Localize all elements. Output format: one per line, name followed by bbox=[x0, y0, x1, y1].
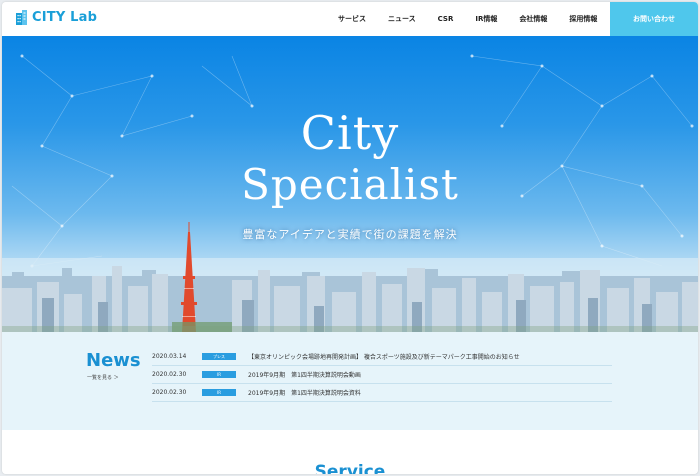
news-date: 2020.03.14 bbox=[152, 353, 187, 360]
news-headline[interactable]: 【東京オリンピック会場跡地再開発計画】 複合スポーツ施設及び新テーマパーク工事開… bbox=[248, 352, 520, 361]
news-category-badge: プレス bbox=[202, 353, 236, 360]
nav-item-company[interactable]: 会社情報 bbox=[519, 14, 547, 24]
building-icon bbox=[16, 10, 27, 25]
news-item[interactable]: 2020.03.14 プレス 【東京オリンピック会場跡地再開発計画】 複合スポー… bbox=[152, 348, 612, 366]
news-section: News 一覧を見る ＞ 2020.03.14 プレス 【東京オリンピック会場跡… bbox=[2, 332, 698, 430]
nav-item-news[interactable]: ニュース bbox=[388, 14, 416, 24]
news-headline[interactable]: 2019年9月期 第1四半期決算説明会資料 bbox=[248, 388, 361, 397]
logo-text: CITY Lab bbox=[32, 10, 98, 25]
hero-subtitle: 豊富なアイデアと実績で街の課題を解決 bbox=[242, 228, 458, 241]
hero-title-line2: Specialist bbox=[241, 160, 459, 209]
news-item[interactable]: 2020.02.30 IR 2019年9月期 第1四半期決算説明会資料 bbox=[152, 384, 612, 402]
nav-item-csr[interactable]: CSR bbox=[438, 15, 454, 23]
news-item[interactable]: 2020.02.30 IR 2019年9月期 第1四半期決算説明会動画 bbox=[152, 366, 612, 384]
nav-item-ir[interactable]: IR情報 bbox=[475, 14, 497, 24]
news-headline[interactable]: 2019年9月期 第1四半期決算説明会動画 bbox=[248, 370, 361, 379]
hero-title-line1: City bbox=[300, 106, 400, 160]
logo[interactable]: CITY Lab bbox=[16, 10, 97, 25]
news-heading: News bbox=[86, 350, 141, 371]
service-section: Service bbox=[2, 430, 698, 474]
contact-button[interactable]: お問い合わせ bbox=[610, 2, 698, 36]
news-category-badge: IR bbox=[202, 371, 236, 378]
hero-section: City Specialist 豊富なアイデアと実績で街の課題を解決 bbox=[2, 36, 698, 332]
news-date: 2020.02.30 bbox=[152, 389, 187, 396]
news-category-badge: IR bbox=[202, 389, 236, 396]
nav-item-recruit[interactable]: 採用情報 bbox=[569, 14, 597, 24]
nav-item-service[interactable]: サービス bbox=[338, 14, 366, 24]
news-date: 2020.02.30 bbox=[152, 371, 187, 378]
news-list: 2020.03.14 プレス 【東京オリンピック会場跡地再開発計画】 複合スポー… bbox=[152, 348, 612, 402]
site-header: CITY Lab サービス ニュース CSR IR情報 会社情報 採用情報 お問… bbox=[2, 2, 698, 36]
service-heading: Service bbox=[314, 462, 386, 474]
news-more-link[interactable]: 一覧を見る ＞ bbox=[87, 374, 119, 381]
main-nav: サービス ニュース CSR IR情報 会社情報 採用情報 bbox=[338, 2, 619, 36]
page-frame: CITY Lab サービス ニュース CSR IR情報 会社情報 採用情報 お問… bbox=[2, 2, 698, 474]
